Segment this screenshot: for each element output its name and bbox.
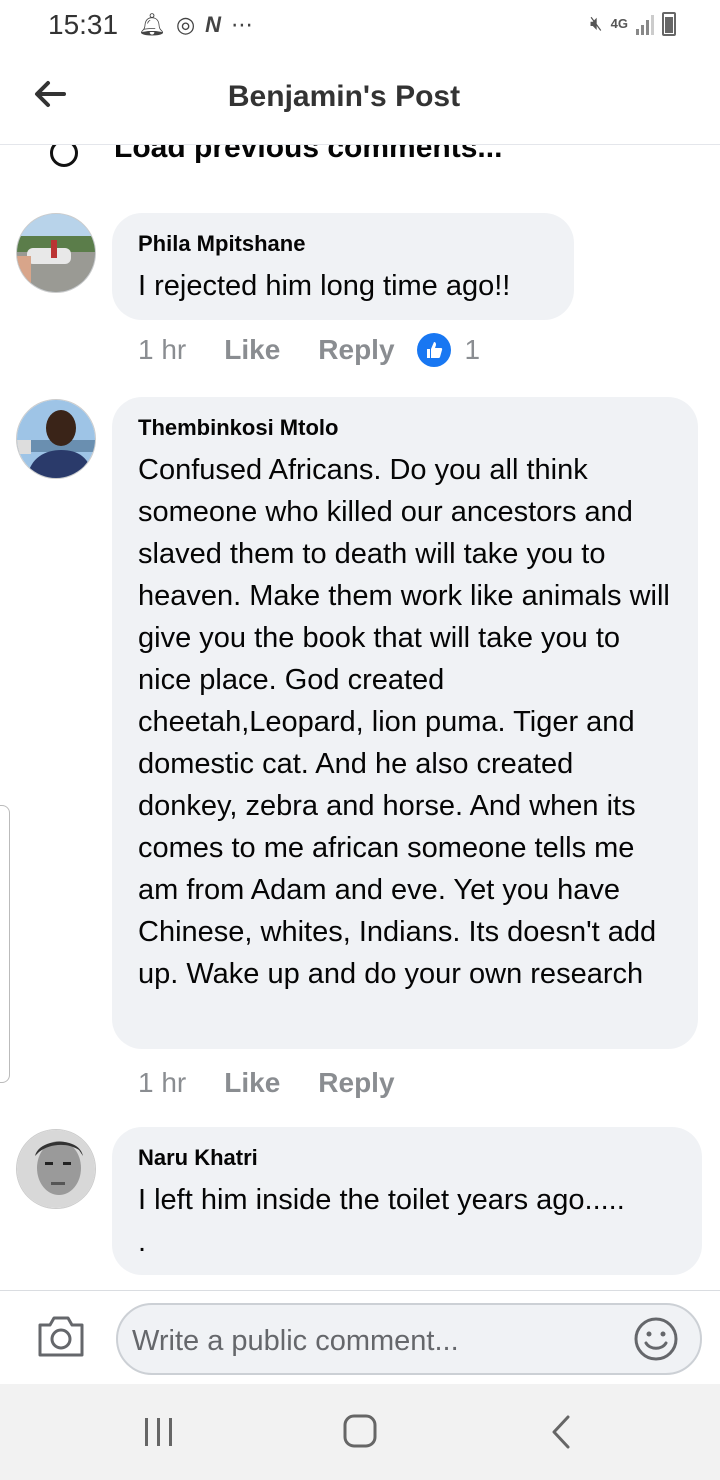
signal-icon xyxy=(636,13,654,35)
network-4g-icon: 4G xyxy=(610,16,628,31)
status-left-icons: 🔔︎ ◎ N ⋯ xyxy=(138,12,253,38)
comment-text: I left him inside the toilet years ago..… xyxy=(138,1184,625,1258)
avatar[interactable] xyxy=(16,399,96,479)
status-time: 15:31 xyxy=(48,9,119,40)
comment-text: Confused Africans. Do you all think some… xyxy=(138,454,670,990)
avatar[interactable] xyxy=(16,213,96,293)
like-button[interactable]: Like xyxy=(224,1067,280,1099)
status-bar: 15:31 🔔︎ ◎ N ⋯ 🔇︎ 4G xyxy=(0,0,720,52)
load-previous-label: Load previous comments... xyxy=(114,145,503,164)
reaction-count: 1 xyxy=(464,334,481,365)
comment-actions: 1 hr Like Reply 1 xyxy=(138,333,480,367)
side-panel-handle[interactable] xyxy=(0,805,10,1083)
reply-button[interactable]: Reply xyxy=(318,1067,394,1099)
status-right-icons: 🔇︎ 4G xyxy=(590,10,676,38)
more-icon: ⋯ xyxy=(231,12,254,37)
chrome-icon: ◎ xyxy=(175,12,196,37)
mute-icon: 🔇︎ xyxy=(590,13,603,35)
recent-apps-icon[interactable] xyxy=(134,1410,184,1454)
load-previous-comments[interactable]: Load previous comments... xyxy=(0,145,720,175)
thumbs-up-icon xyxy=(416,333,451,367)
avatar[interactable] xyxy=(16,1129,96,1209)
system-nav-bar xyxy=(0,1384,720,1480)
comment-actions: 1 hr Like Reply xyxy=(138,1067,417,1099)
comment-author[interactable]: Naru Khatri xyxy=(138,1145,676,1171)
comment-time[interactable]: 1 hr xyxy=(138,334,186,366)
reply-button[interactable]: Reply xyxy=(318,334,394,366)
comment-bubble: Thembinkosi Mtolo Confused Africans. Do … xyxy=(112,397,698,1049)
comment-composer: Write a public comment... xyxy=(0,1290,720,1384)
like-button[interactable]: Like xyxy=(224,334,280,366)
n-app-icon: N xyxy=(205,12,222,37)
back-nav-icon[interactable] xyxy=(538,1410,588,1454)
comment-author[interactable]: Thembinkosi Mtolo xyxy=(138,415,672,441)
comment-bubble: Naru Khatri I left him inside the toilet… xyxy=(112,1127,702,1275)
comment-text: I rejected him long time ago!! xyxy=(138,270,511,302)
comment-author[interactable]: Phila Mpitshane xyxy=(138,231,548,257)
smiley-icon[interactable] xyxy=(632,1315,680,1363)
page-title: Benjamin's Post xyxy=(227,80,461,113)
radio-circle-icon xyxy=(50,145,78,167)
camera-icon[interactable] xyxy=(36,1313,86,1359)
comment-input[interactable]: Write a public comment... xyxy=(116,1303,702,1375)
reaction-summary[interactable]: 1 xyxy=(416,333,481,367)
battery-icon xyxy=(662,12,676,36)
post-header: Benjamin's Post xyxy=(0,52,720,145)
home-icon[interactable] xyxy=(335,1410,385,1454)
comment-bubble: Phila Mpitshane I rejected him long time… xyxy=(112,213,574,320)
notification-icon: 🔔︎ xyxy=(138,12,166,37)
comment-time[interactable]: 1 hr xyxy=(138,1067,186,1099)
comment-input-placeholder: Write a public comment... xyxy=(132,1325,459,1357)
